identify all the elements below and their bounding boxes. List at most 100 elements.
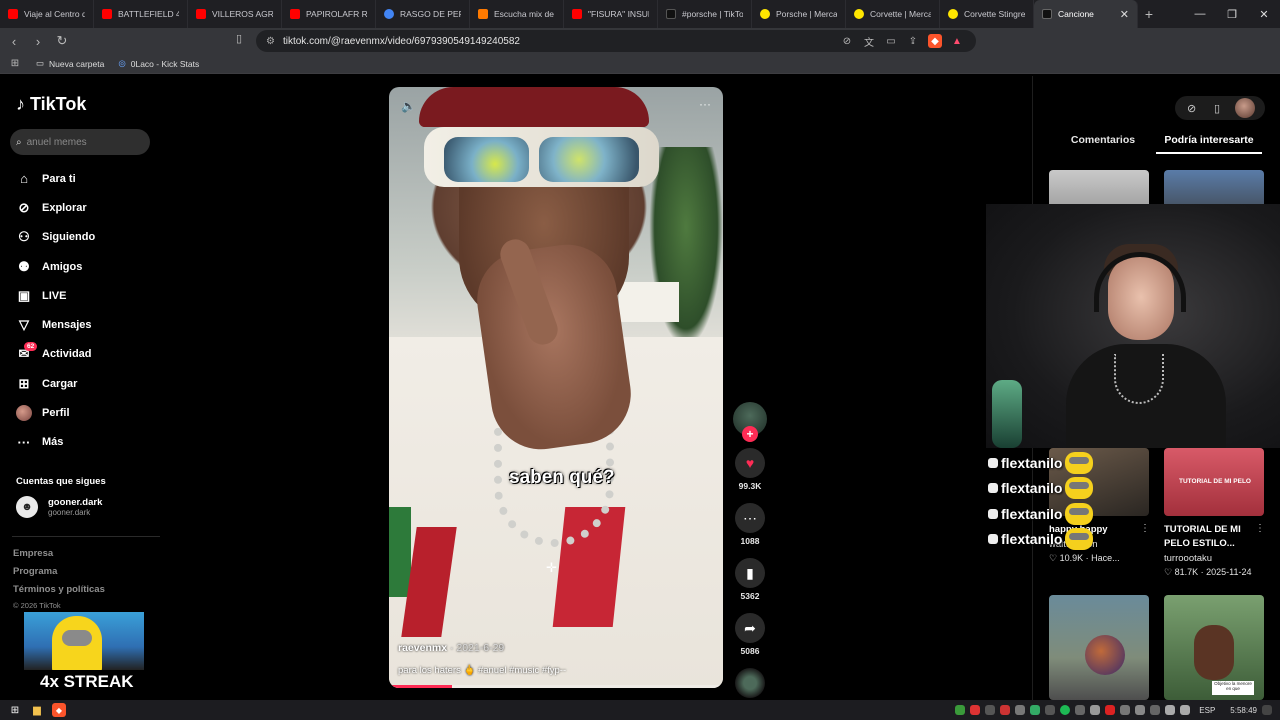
bookmark-star-icon[interactable]: ▯: [236, 32, 242, 45]
video-thumbnail[interactable]: [1049, 595, 1149, 700]
tray-app-icon[interactable]: [1105, 705, 1116, 715]
nav-cargar[interactable]: ⊞ Cargar: [16, 369, 95, 398]
follow-plus-icon[interactable]: +: [742, 426, 758, 442]
tray-app-icon[interactable]: [1000, 705, 1011, 715]
footer-link[interactable]: Programa: [13, 566, 105, 584]
heart-icon[interactable]: ♥: [735, 448, 765, 478]
tray-app-icon[interactable]: [970, 705, 981, 715]
search-icon[interactable]: ⌕: [16, 137, 22, 148]
live-icon: ▣: [17, 287, 31, 303]
tray-app-icon[interactable]: [1030, 705, 1041, 715]
comment-icon[interactable]: ⋯: [735, 503, 765, 533]
brave-browser-icon[interactable]: ◆: [52, 703, 66, 717]
nav-explorar[interactable]: ⊘ Explorar: [16, 193, 95, 222]
close-window-icon[interactable]: ✕: [1248, 0, 1280, 28]
avatar[interactable]: [1235, 98, 1256, 118]
card-more-icon[interactable]: ⋮: [1255, 523, 1265, 534]
notifications-icon[interactable]: [1262, 705, 1272, 715]
maximize-icon[interactable]: ❐: [1216, 0, 1248, 28]
browser-tab[interactable]: RASGO DE PERSC: [376, 0, 470, 28]
bookmark-nueva-carpeta[interactable]: ▭ Nueva carpeta: [36, 58, 104, 69]
site-settings-icon[interactable]: ⚙: [266, 36, 275, 47]
volume-icon[interactable]: 🔈: [401, 99, 416, 113]
video-thumbnail[interactable]: TUTORIAL DE MI PELO: [1164, 448, 1264, 516]
more-options-icon[interactable]: ···: [699, 97, 711, 111]
taskbar-apps: ⊞ ▆ ◆: [0, 703, 66, 717]
wifi-icon[interactable]: [1165, 705, 1176, 715]
clock[interactable]: 5:58:49: [1230, 706, 1257, 715]
apps-grid-icon[interactable]: ⊞: [8, 57, 22, 71]
video-progress-bar[interactable]: [389, 685, 723, 688]
brave-rewards-icon[interactable]: ▲: [950, 34, 964, 48]
file-explorer-icon[interactable]: ▆: [30, 703, 44, 717]
no-tracking-icon[interactable]: ⊘: [840, 34, 854, 48]
new-tab-button[interactable]: +: [1138, 6, 1160, 22]
recommended-card[interactable]: TUTORIAL DE MI PELO ESTILO... turroootak…: [1164, 523, 1264, 578]
nav-para-ti[interactable]: ⌂ Para ti: [16, 164, 95, 193]
address-bar[interactable]: ⚙ tiktok.com/@raevenmx/video/69793905491…: [256, 30, 976, 52]
browser-tab[interactable]: Corvette Stingrey: [940, 0, 1034, 28]
video-player[interactable]: 🔈 ··· saben qué? ✛ raevenmx · 2021-6-29 …: [389, 87, 723, 688]
forward-icon[interactable]: ›: [28, 31, 48, 51]
nav-actividad[interactable]: ✉ 62 Actividad: [16, 340, 95, 369]
video-thumbnail[interactable]: Objetivo la menore en que: [1164, 595, 1264, 700]
minimize-icon[interactable]: —: [1184, 0, 1216, 28]
tray-app-icon[interactable]: [1120, 705, 1131, 715]
footer-link[interactable]: Términos y políticas: [13, 584, 105, 602]
tab-comentarios[interactable]: Comentarios: [1050, 134, 1156, 154]
browser-tab[interactable]: "FISURA" INSULT: [564, 0, 658, 28]
tray-app-icon[interactable]: [1150, 705, 1161, 715]
browser-tab[interactable]: Viaje al Centro de: [0, 0, 94, 28]
browser-tab[interactable]: #porsche | TikTok: [658, 0, 752, 28]
tray-app-icon[interactable]: [985, 705, 996, 715]
browser-tab[interactable]: Escucha mix de n: [470, 0, 564, 28]
following-account[interactable]: ☻ gooner.dark gooner.dark: [16, 496, 102, 518]
music-disc-icon[interactable]: [735, 668, 765, 698]
nav-mensajes[interactable]: ▽ Mensajes: [16, 310, 95, 339]
translate-icon[interactable]: 文: [862, 34, 876, 49]
creator-avatar[interactable]: +: [733, 402, 767, 442]
nav-amigos[interactable]: ⚉ Amigos: [16, 252, 95, 281]
tray-app-icon[interactable]: [1135, 705, 1146, 715]
youtube-icon: [8, 9, 18, 19]
tray-app-icon[interactable]: [955, 705, 966, 715]
tray-app-icon[interactable]: [1015, 705, 1026, 715]
browser-tab[interactable]: Corvette | Mercac: [846, 0, 940, 28]
upload-icon: ⊞: [18, 375, 30, 391]
nav-perfil[interactable]: Perfil: [16, 398, 95, 427]
tiktok-logo[interactable]: ♪ TikTok: [16, 94, 86, 115]
browser-tab[interactable]: BATTLEFIELD 4 R: [94, 0, 188, 28]
browser-tab[interactable]: VILLEROS AGRED: [188, 0, 282, 28]
microphone-icon[interactable]: [1090, 705, 1101, 715]
cast-icon[interactable]: ▭: [884, 34, 898, 48]
card-more-icon[interactable]: ⋮: [1140, 523, 1150, 534]
browser-tab[interactable]: Porsche | Mercad: [752, 0, 846, 28]
tray-app-icon[interactable]: [1045, 705, 1056, 715]
tab-podria-interesarte[interactable]: Podría interesarte: [1156, 134, 1262, 154]
browser-tab[interactable]: PAPIROLAFR RES: [282, 0, 376, 28]
close-tab-icon[interactable]: ✕: [1120, 8, 1129, 21]
nav-mas[interactable]: ··· Más: [16, 428, 95, 457]
spotify-icon[interactable]: [1060, 705, 1071, 715]
share-icon[interactable]: ⇪: [906, 34, 920, 48]
volume-tray-icon[interactable]: [1180, 705, 1191, 715]
video-author[interactable]: raevenmx · 2021-6-29: [398, 642, 504, 654]
search-input[interactable]: ⌕ anuel memes: [10, 129, 150, 155]
nav-siguiendo[interactable]: ⚇ Siguiendo: [16, 223, 95, 252]
nav-live[interactable]: ▣ LIVE: [16, 281, 95, 310]
tray-app-icon[interactable]: [1075, 705, 1086, 715]
bookmarks-bar: ⊞ ▭ Nueva carpeta ◎ 0Laco - Kick Stats: [0, 54, 1280, 74]
bookmark-kick-stats[interactable]: ◎ 0Laco - Kick Stats: [118, 58, 199, 69]
browser-tab-active[interactable]: Cancione ✕: [1034, 0, 1138, 28]
windows-start-icon[interactable]: ⊞: [8, 703, 22, 717]
tiktok-icon: [1042, 9, 1052, 19]
device-icon[interactable]: ▯: [1210, 101, 1224, 115]
language-indicator[interactable]: ESP: [1199, 706, 1215, 715]
share-arrow-icon[interactable]: ➦: [735, 613, 765, 643]
bookmark-icon[interactable]: ▮: [735, 558, 765, 588]
footer-link[interactable]: Empresa: [13, 548, 105, 566]
explore-icon[interactable]: ⊘: [1185, 101, 1199, 115]
reload-icon[interactable]: ↻: [52, 31, 72, 51]
brave-shield-icon[interactable]: ◆: [928, 34, 942, 48]
back-icon[interactable]: ‹: [4, 31, 24, 51]
